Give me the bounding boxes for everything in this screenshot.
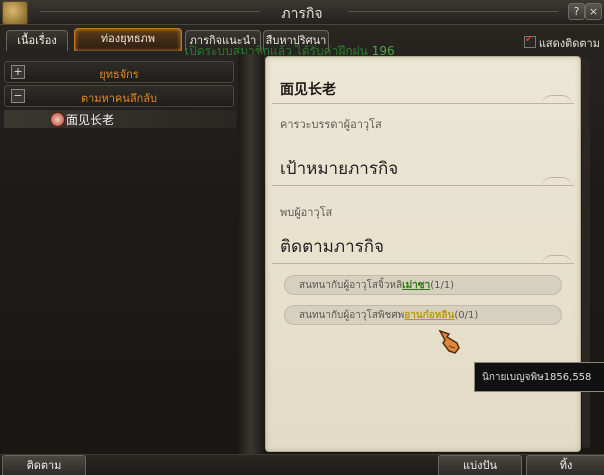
title-bar: ภารกิจ ? × — [0, 0, 604, 25]
hand-cursor-icon — [438, 329, 460, 354]
goal-text: พบผู้อาวุโส — [280, 206, 333, 219]
panel-divider — [238, 54, 264, 454]
location-tooltip: นิกายเบญจพิษ1856,558 — [474, 362, 604, 392]
requirement-text: สนทนากับผู้อาวุโสพิชศพ — [299, 310, 405, 321]
quest-list-item[interactable]: 面见长老 — [4, 110, 236, 128]
quest-item-title: 面见长老 — [66, 113, 115, 127]
track-button[interactable]: ติดตาม — [2, 455, 86, 475]
divider — [272, 263, 574, 264]
abandon-button[interactable]: ทิ้ง — [526, 455, 604, 475]
quest-title: 面见长老 — [280, 82, 336, 98]
share-button[interactable]: แบ่งปัน — [438, 455, 522, 475]
tab-story[interactable]: เนื้อเรื่อง — [6, 30, 68, 51]
quest-window: ภารกิจ ? × เนื้อเรื่อง ท่องยุทธภพ ภารกิจ… — [0, 0, 604, 475]
ornament — [542, 95, 572, 106]
divider — [272, 103, 574, 104]
npc-link[interactable]: อานก๋อหลิน — [404, 310, 454, 321]
tab-wander[interactable]: ท่องยุทธภพ — [74, 28, 182, 51]
show-tracking-label: แสดงติดตาม — [538, 37, 600, 50]
category-mysterious-person[interactable]: − ตามหาคนลึกลับ — [4, 85, 234, 107]
quest-description: คารวะบรรดาผู้อาวุโส — [280, 118, 382, 131]
requirement-progress: (0/1) — [454, 310, 479, 321]
requirement-row[interactable]: สนทนากับผู้อาวุโสพิชศพอานก๋อหลิน(0/1) — [284, 305, 562, 325]
ornament — [542, 255, 572, 266]
category-label: ตามหาคนลึกลับ — [80, 92, 157, 105]
goal-heading: เป้าหมายภารกิจ — [280, 159, 399, 179]
ornament — [542, 177, 572, 188]
show-tracking-toggle[interactable]: แสดงติดตาม — [523, 34, 600, 52]
checkbox-icon[interactable] — [523, 34, 536, 48]
npc-link[interactable]: เม่าซา — [402, 280, 430, 291]
close-button[interactable]: × — [585, 3, 602, 20]
divider — [272, 185, 574, 186]
requirement-progress: (1/1) — [430, 280, 455, 291]
category-martial-world[interactable]: + ยุทธจักร — [4, 61, 234, 83]
track-heading: ติดตามภารกิจ — [280, 237, 385, 257]
window-title: ภารกิจ — [281, 6, 323, 22]
requirement-row[interactable]: สนทนากับผู้อาวุโสจิ้วหลิเม่าซา(1/1) — [284, 275, 562, 295]
tab-bar: เนื้อเรื่อง ท่องยุทธภพ ภารกิจแนะนำ สืบหา… — [0, 24, 604, 58]
quest-marker-icon — [50, 112, 65, 127]
requirement-text: สนทนากับผู้อาวุโสจิ้วหลิ — [299, 280, 403, 291]
quest-tree: + ยุทธจักร − ตามหาคนลึกลับ 面见长老 — [4, 54, 236, 454]
help-button[interactable]: ? — [568, 3, 585, 20]
category-label: ยุทธจักร — [99, 68, 139, 81]
